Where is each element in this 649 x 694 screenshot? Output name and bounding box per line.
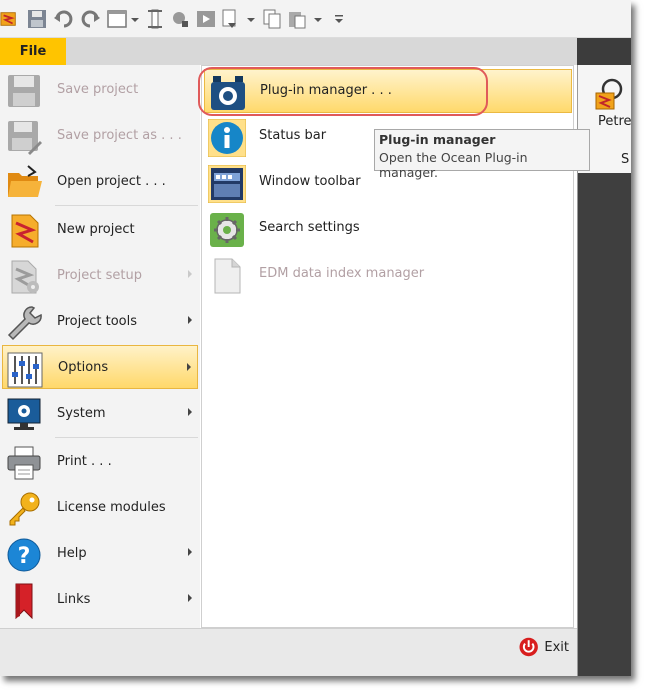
save-icon (8, 75, 40, 107)
menu-item-license-modules[interactable]: License modules (2, 485, 198, 529)
file-menu-footer: Exit (0, 628, 577, 676)
petrel-logo-icon[interactable] (0, 9, 18, 29)
undo-icon[interactable] (54, 9, 74, 29)
ribbon-group-label: S (621, 152, 630, 167)
petrel-window: File Petre S Save project Save project a… (0, 0, 631, 676)
tooltip: Plug-in manager Open the Ocean Plug-in m… (374, 129, 590, 180)
submenu-arrow-icon (187, 363, 191, 371)
submenu-arrow-icon (188, 594, 192, 602)
sliders-icon (7, 352, 43, 388)
quick-access-toolbar (0, 0, 631, 38)
tooltip-title: Plug-in manager (379, 132, 496, 147)
workflow-icon[interactable] (220, 9, 240, 29)
ribbon-tab-bar (0, 38, 631, 65)
exit-label: Exit (544, 639, 569, 655)
menu-item-open-project[interactable]: Open project . . . (2, 159, 198, 203)
menu-separator (55, 205, 198, 206)
paste-icon[interactable] (287, 9, 307, 29)
file-tab[interactable]: File (0, 38, 66, 65)
new-project-icon (11, 214, 39, 248)
menu-item-new-project[interactable]: New project (2, 207, 198, 251)
monitor-gear-icon (7, 398, 41, 430)
menu-item-label: System (57, 405, 106, 421)
key-icon (9, 492, 40, 526)
ruler-icon[interactable] (145, 9, 165, 29)
menu-item-system[interactable]: System (2, 391, 198, 435)
dropdown-icon[interactable] (246, 9, 256, 29)
customize-icon[interactable] (333, 9, 345, 29)
menu-item-label: Save project (57, 81, 139, 97)
menu-item-save-project-as[interactable]: Save project as . . . (2, 113, 198, 157)
menu-item-label: Project setup (57, 267, 142, 283)
submenu-arrow-icon (188, 548, 192, 556)
highlight-callout (198, 67, 488, 116)
play-icon[interactable] (196, 9, 216, 29)
tools-icon[interactable] (170, 9, 190, 29)
petrel-search-icon[interactable] (594, 75, 624, 111)
menu-item-label: Print . . . (57, 453, 112, 469)
svg-text:?: ? (18, 544, 31, 569)
ribbon-button-label: Petre (598, 114, 631, 129)
menu-item-save-project[interactable]: Save project (2, 67, 198, 111)
save-icon[interactable] (27, 9, 47, 29)
bookmark-icon (15, 583, 33, 619)
menu-item-label: Options (58, 359, 109, 375)
submenu-item-label: Status bar (259, 128, 327, 143)
file-menu-left-column: Save project Save project as . . . Open … (0, 65, 200, 628)
redo-icon[interactable] (80, 9, 100, 29)
printer-icon (7, 446, 41, 480)
document-icon (214, 258, 241, 294)
submenu-item-label: Window toolbar (259, 174, 361, 189)
menu-item-label: New project (57, 221, 135, 237)
project-setup-icon (11, 260, 39, 294)
menu-item-help[interactable]: ? Help (2, 531, 198, 575)
menu-item-label: Open project . . . (57, 173, 166, 189)
submenu-item-search-settings[interactable]: Search settings (204, 207, 572, 251)
submenu-arrow-icon (188, 408, 192, 416)
open-folder-icon (8, 165, 42, 197)
submenu-item-label: Search settings (259, 220, 360, 235)
menu-item-print[interactable]: Print . . . (2, 439, 198, 483)
dropdown-icon[interactable] (313, 9, 323, 29)
submenu-item-label: EDM data index manager (259, 266, 425, 281)
wrench-icon (7, 306, 42, 341)
menu-item-options[interactable]: Options (2, 345, 198, 389)
ribbon-tab-dark (577, 38, 631, 65)
menu-item-label: Links (57, 591, 91, 607)
power-icon (519, 637, 538, 657)
menu-item-label: Help (57, 545, 87, 561)
menu-item-links[interactable]: Links (2, 577, 198, 621)
tooltip-description: Open the Ocean Plug-in manager. (379, 150, 528, 180)
menu-item-label: Project tools (57, 313, 137, 329)
help-icon: ? (7, 538, 41, 572)
menu-item-label: License modules (57, 499, 166, 515)
dropdown-icon[interactable] (130, 9, 140, 29)
menu-item-project-tools[interactable]: Project tools (2, 299, 198, 343)
submenu-arrow-icon (188, 316, 192, 324)
copy-icon[interactable] (262, 9, 282, 29)
menu-item-project-setup[interactable]: Project setup (2, 253, 198, 297)
gear-icon (210, 213, 244, 247)
exit-button[interactable]: Exit (519, 636, 569, 658)
menu-separator (55, 437, 198, 438)
submenu-item-edm-data-index-manager[interactable]: EDM data index manager (204, 253, 572, 297)
save-as-icon (8, 121, 42, 155)
submenu-arrow-icon (188, 270, 192, 278)
menu-item-label: Save project as . . . (57, 127, 182, 143)
window-toolbar-icon (208, 165, 246, 203)
info-icon (208, 119, 246, 157)
window-icon[interactable] (107, 9, 127, 29)
